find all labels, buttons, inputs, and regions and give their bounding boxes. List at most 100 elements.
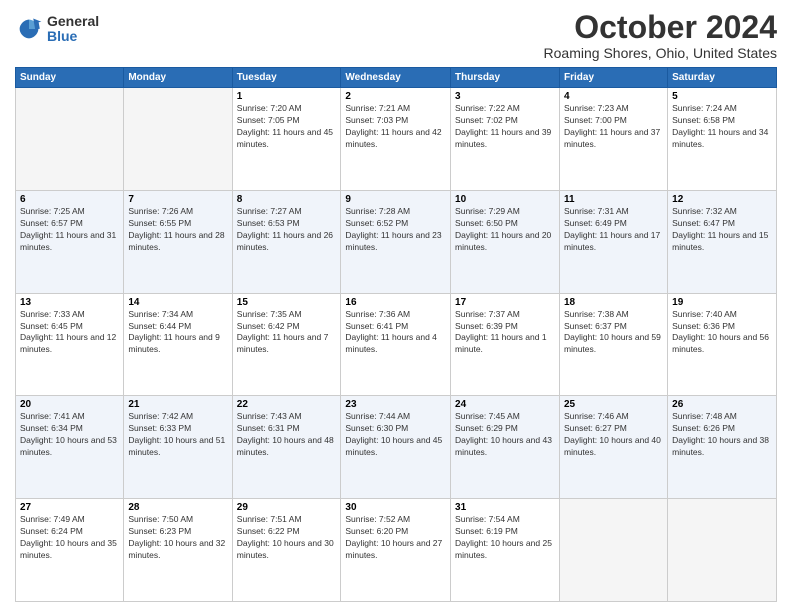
day-number: 1 — [237, 91, 337, 102]
day-number: 6 — [20, 194, 119, 205]
calendar-header-row: SundayMondayTuesdayWednesdayThursdayFrid… — [16, 68, 777, 88]
calendar-day-header: Sunday — [16, 68, 124, 88]
day-number: 3 — [455, 91, 555, 102]
day-number: 29 — [237, 502, 337, 513]
day-number: 5 — [672, 91, 772, 102]
day-number: 12 — [672, 194, 772, 205]
day-info: Sunrise: 7:26 AMSunset: 6:55 PMDaylight:… — [128, 206, 227, 254]
day-info: Sunrise: 7:46 AMSunset: 6:27 PMDaylight:… — [564, 411, 663, 459]
day-number: 25 — [564, 399, 663, 410]
day-info: Sunrise: 7:41 AMSunset: 6:34 PMDaylight:… — [20, 411, 119, 459]
calendar-cell: 30Sunrise: 7:52 AMSunset: 6:20 PMDayligh… — [341, 499, 451, 602]
day-number: 15 — [237, 297, 337, 308]
calendar-cell: 15Sunrise: 7:35 AMSunset: 6:42 PMDayligh… — [232, 293, 341, 396]
day-info: Sunrise: 7:49 AMSunset: 6:24 PMDaylight:… — [20, 514, 119, 562]
calendar-cell — [16, 88, 124, 191]
logo: General Blue — [15, 14, 99, 45]
day-number: 18 — [564, 297, 663, 308]
day-info: Sunrise: 7:37 AMSunset: 6:39 PMDaylight:… — [455, 309, 555, 357]
calendar-cell: 10Sunrise: 7:29 AMSunset: 6:50 PMDayligh… — [451, 190, 560, 293]
day-number: 9 — [345, 194, 446, 205]
page: General Blue October 2024 Roaming Shores… — [0, 0, 792, 612]
calendar-cell: 5Sunrise: 7:24 AMSunset: 6:58 PMDaylight… — [668, 88, 777, 191]
calendar-cell: 6Sunrise: 7:25 AMSunset: 6:57 PMDaylight… — [16, 190, 124, 293]
location: Roaming Shores, Ohio, United States — [544, 45, 777, 61]
calendar-week-row: 13Sunrise: 7:33 AMSunset: 6:45 PMDayligh… — [16, 293, 777, 396]
day-number: 26 — [672, 399, 772, 410]
day-info: Sunrise: 7:44 AMSunset: 6:30 PMDaylight:… — [345, 411, 446, 459]
day-info: Sunrise: 7:20 AMSunset: 7:05 PMDaylight:… — [237, 103, 337, 151]
day-info: Sunrise: 7:33 AMSunset: 6:45 PMDaylight:… — [20, 309, 119, 357]
calendar-week-row: 20Sunrise: 7:41 AMSunset: 6:34 PMDayligh… — [16, 396, 777, 499]
calendar-table: SundayMondayTuesdayWednesdayThursdayFrid… — [15, 67, 777, 602]
calendar-cell: 13Sunrise: 7:33 AMSunset: 6:45 PMDayligh… — [16, 293, 124, 396]
day-number: 7 — [128, 194, 227, 205]
calendar-cell: 19Sunrise: 7:40 AMSunset: 6:36 PMDayligh… — [668, 293, 777, 396]
day-info: Sunrise: 7:43 AMSunset: 6:31 PMDaylight:… — [237, 411, 337, 459]
calendar-cell: 4Sunrise: 7:23 AMSunset: 7:00 PMDaylight… — [560, 88, 668, 191]
calendar-cell: 3Sunrise: 7:22 AMSunset: 7:02 PMDaylight… — [451, 88, 560, 191]
calendar-day-header: Friday — [560, 68, 668, 88]
day-info: Sunrise: 7:48 AMSunset: 6:26 PMDaylight:… — [672, 411, 772, 459]
day-number: 22 — [237, 399, 337, 410]
day-info: Sunrise: 7:51 AMSunset: 6:22 PMDaylight:… — [237, 514, 337, 562]
day-info: Sunrise: 7:24 AMSunset: 6:58 PMDaylight:… — [672, 103, 772, 151]
day-number: 10 — [455, 194, 555, 205]
title-section: October 2024 Roaming Shores, Ohio, Unite… — [544, 10, 777, 61]
day-number: 31 — [455, 502, 555, 513]
day-number: 24 — [455, 399, 555, 410]
calendar-cell: 27Sunrise: 7:49 AMSunset: 6:24 PMDayligh… — [16, 499, 124, 602]
calendar-cell: 2Sunrise: 7:21 AMSunset: 7:03 PMDaylight… — [341, 88, 451, 191]
day-number: 23 — [345, 399, 446, 410]
day-number: 30 — [345, 502, 446, 513]
calendar-cell: 7Sunrise: 7:26 AMSunset: 6:55 PMDaylight… — [124, 190, 232, 293]
day-info: Sunrise: 7:42 AMSunset: 6:33 PMDaylight:… — [128, 411, 227, 459]
day-info: Sunrise: 7:27 AMSunset: 6:53 PMDaylight:… — [237, 206, 337, 254]
day-info: Sunrise: 7:28 AMSunset: 6:52 PMDaylight:… — [345, 206, 446, 254]
logo-blue-text: Blue — [47, 29, 99, 44]
day-info: Sunrise: 7:25 AMSunset: 6:57 PMDaylight:… — [20, 206, 119, 254]
calendar-cell: 24Sunrise: 7:45 AMSunset: 6:29 PMDayligh… — [451, 396, 560, 499]
calendar-week-row: 6Sunrise: 7:25 AMSunset: 6:57 PMDaylight… — [16, 190, 777, 293]
day-info: Sunrise: 7:50 AMSunset: 6:23 PMDaylight:… — [128, 514, 227, 562]
day-number: 16 — [345, 297, 446, 308]
calendar-day-header: Thursday — [451, 68, 560, 88]
calendar-cell: 22Sunrise: 7:43 AMSunset: 6:31 PMDayligh… — [232, 396, 341, 499]
day-info: Sunrise: 7:21 AMSunset: 7:03 PMDaylight:… — [345, 103, 446, 151]
calendar-day-header: Tuesday — [232, 68, 341, 88]
day-info: Sunrise: 7:52 AMSunset: 6:20 PMDaylight:… — [345, 514, 446, 562]
day-info: Sunrise: 7:45 AMSunset: 6:29 PMDaylight:… — [455, 411, 555, 459]
calendar-cell: 31Sunrise: 7:54 AMSunset: 6:19 PMDayligh… — [451, 499, 560, 602]
calendar-cell: 23Sunrise: 7:44 AMSunset: 6:30 PMDayligh… — [341, 396, 451, 499]
day-info: Sunrise: 7:35 AMSunset: 6:42 PMDaylight:… — [237, 309, 337, 357]
calendar-week-row: 27Sunrise: 7:49 AMSunset: 6:24 PMDayligh… — [16, 499, 777, 602]
day-number: 14 — [128, 297, 227, 308]
day-info: Sunrise: 7:29 AMSunset: 6:50 PMDaylight:… — [455, 206, 555, 254]
header: General Blue October 2024 Roaming Shores… — [15, 10, 777, 61]
calendar-cell: 1Sunrise: 7:20 AMSunset: 7:05 PMDaylight… — [232, 88, 341, 191]
day-number: 11 — [564, 194, 663, 205]
day-number: 21 — [128, 399, 227, 410]
calendar-day-header: Monday — [124, 68, 232, 88]
calendar-cell: 20Sunrise: 7:41 AMSunset: 6:34 PMDayligh… — [16, 396, 124, 499]
day-number: 27 — [20, 502, 119, 513]
day-number: 28 — [128, 502, 227, 513]
calendar-week-row: 1Sunrise: 7:20 AMSunset: 7:05 PMDaylight… — [16, 88, 777, 191]
calendar-cell: 28Sunrise: 7:50 AMSunset: 6:23 PMDayligh… — [124, 499, 232, 602]
calendar-cell: 26Sunrise: 7:48 AMSunset: 6:26 PMDayligh… — [668, 396, 777, 499]
calendar-cell: 25Sunrise: 7:46 AMSunset: 6:27 PMDayligh… — [560, 396, 668, 499]
day-number: 19 — [672, 297, 772, 308]
calendar-cell: 8Sunrise: 7:27 AMSunset: 6:53 PMDaylight… — [232, 190, 341, 293]
calendar-cell — [124, 88, 232, 191]
calendar-cell: 29Sunrise: 7:51 AMSunset: 6:22 PMDayligh… — [232, 499, 341, 602]
calendar-cell — [668, 499, 777, 602]
calendar-cell: 11Sunrise: 7:31 AMSunset: 6:49 PMDayligh… — [560, 190, 668, 293]
day-info: Sunrise: 7:32 AMSunset: 6:47 PMDaylight:… — [672, 206, 772, 254]
logo-general-text: General — [47, 14, 99, 29]
day-info: Sunrise: 7:36 AMSunset: 6:41 PMDaylight:… — [345, 309, 446, 357]
logo-text: General Blue — [47, 14, 99, 45]
calendar-day-header: Saturday — [668, 68, 777, 88]
day-info: Sunrise: 7:54 AMSunset: 6:19 PMDaylight:… — [455, 514, 555, 562]
calendar-cell: 9Sunrise: 7:28 AMSunset: 6:52 PMDaylight… — [341, 190, 451, 293]
day-number: 2 — [345, 91, 446, 102]
